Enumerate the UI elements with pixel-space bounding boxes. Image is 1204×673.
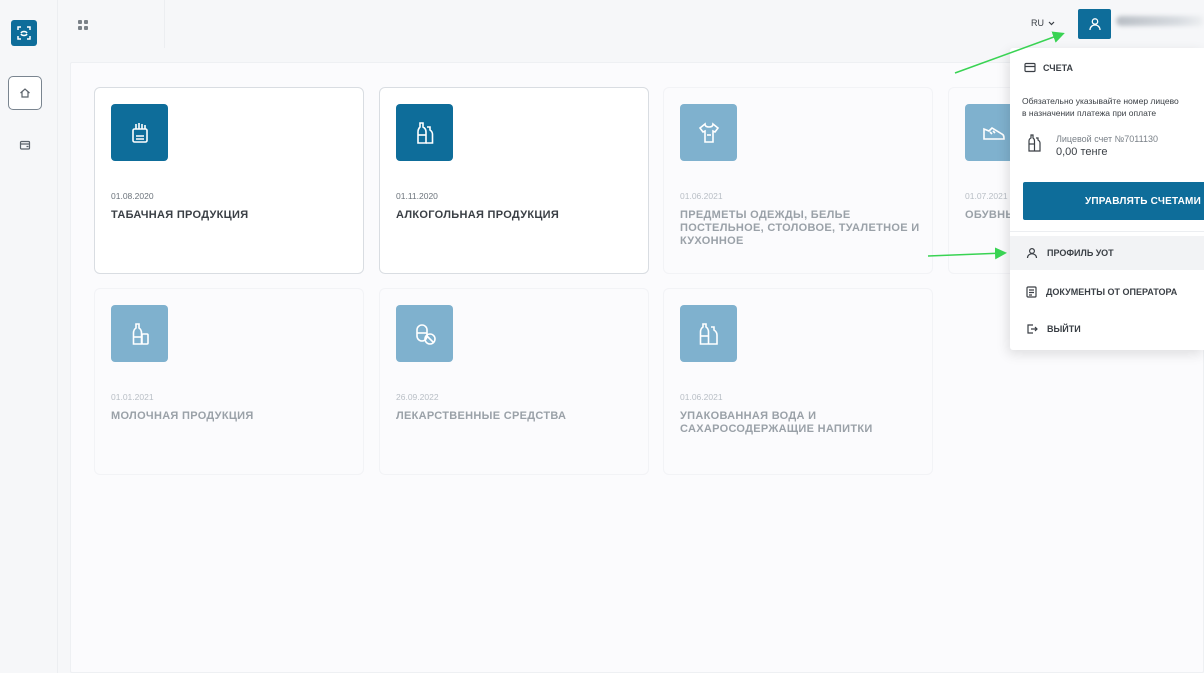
menu-item-label: ПРОФИЛЬ УОТ — [1047, 248, 1114, 258]
apps-grid-icon[interactable] — [78, 17, 88, 30]
payment-note-line: в назначении платежа при оплате — [1022, 108, 1157, 118]
card-title: ТАБАЧНАЯ ПРОДУКЦИЯ — [111, 209, 249, 221]
account-number: Лицевой счет №7011130 — [1056, 134, 1158, 144]
user-icon — [1026, 247, 1038, 259]
tobacco-icon — [111, 104, 168, 161]
manage-accounts-button[interactable]: УПРАВЛЯТЬ СЧЕТАМИ — [1023, 182, 1204, 220]
card-clothing[interactable]: 01.06.2021 ПРЕДМЕТЫ ОДЕЖДЫ, БЕЛЬЕ ПОСТЕЛ… — [663, 87, 933, 274]
menu-item-label: ДОКУМЕНТЫ ОТ ОПЕРАТОРА — [1046, 287, 1178, 297]
chevron-down-icon — [1048, 21, 1055, 25]
card-title: УПАКОВАННАЯ ВОДА И САХАРОСОДЕРЖАЩИЕ НАПИ… — [680, 410, 873, 435]
card-dairy[interactable]: 01.01.2021 МОЛОЧНАЯ ПРОДУКЦИЯ — [94, 288, 364, 475]
payment-note: Обязательно указывайте номер лицево в на… — [1022, 95, 1204, 119]
card-alcohol[interactable]: 01.11.2020 АЛКОГОЛЬНАЯ ПРОДУКЦИЯ — [379, 87, 649, 274]
menu-item-logout[interactable]: ВЫЙТИ — [1010, 312, 1204, 346]
language-label: RU — [1031, 18, 1044, 28]
water-icon — [680, 305, 737, 362]
account-balance: 0,00 тенге — [1056, 146, 1108, 158]
topbar-divider — [164, 0, 165, 48]
alcohol-icon — [1028, 134, 1041, 152]
sidebar-item-wallet[interactable] — [8, 128, 42, 162]
card-title: АЛКОГОЛЬНАЯ ПРОДУКЦИЯ — [396, 209, 560, 221]
user-icon — [1088, 18, 1101, 31]
card-date: 01.07.2021 — [965, 191, 1008, 201]
card-date: 26.09.2022 — [396, 392, 439, 402]
menu-item-documents[interactable]: ДОКУМЕНТЫ ОТ ОПЕРАТОРА — [1010, 275, 1204, 309]
card-date: 01.01.2021 — [111, 392, 154, 402]
logout-icon — [1027, 324, 1038, 334]
card-title: МОЛОЧНАЯ ПРОДУКЦИЯ — [111, 410, 254, 422]
card-medicine[interactable]: 26.09.2022 ЛЕКАРСТВЕННЫЕ СРЕДСТВА — [379, 288, 649, 475]
medicine-icon — [396, 305, 453, 362]
alcohol-icon — [396, 104, 453, 161]
card-date: 01.06.2021 — [680, 392, 723, 402]
dairy-icon — [111, 305, 168, 362]
menu-item-profile[interactable]: ПРОФИЛЬ УОТ — [1010, 236, 1204, 270]
card-date: 01.11.2020 — [396, 191, 438, 201]
menu-item-label: ВЫЙТИ — [1047, 324, 1081, 334]
home-icon — [20, 88, 30, 98]
card-water[interactable]: 01.06.2021 УПАКОВАННАЯ ВОДА И САХАРОСОДЕ… — [663, 288, 933, 475]
card-title: ЛЕКАРСТВЕННЫЕ СРЕДСТВА — [396, 410, 567, 422]
clothing-icon — [680, 104, 737, 161]
card-date: 01.08.2020 — [111, 191, 154, 201]
divider — [1010, 231, 1204, 232]
document-icon — [1026, 286, 1037, 298]
sidebar-item-home[interactable] — [8, 76, 42, 110]
left-rail — [0, 0, 58, 673]
language-selector[interactable]: RU — [1031, 18, 1055, 28]
card-title: ПРЕДМЕТЫ ОДЕЖДЫ, БЕЛЬЕ ПОСТЕЛЬНОЕ, СТОЛО… — [680, 209, 920, 247]
wallet-icon — [19, 140, 31, 150]
blurred-username — [1116, 16, 1204, 26]
card-date: 01.06.2021 — [680, 191, 723, 201]
accounts-header: СЧЕТА — [1024, 62, 1073, 73]
user-avatar-button[interactable] — [1078, 9, 1111, 39]
logo-icon[interactable] — [11, 20, 37, 46]
wallet-icon — [1024, 62, 1036, 73]
payment-note-line: Обязательно указывайте номер лицево — [1022, 96, 1179, 106]
accounts-title: СЧЕТА — [1043, 62, 1074, 73]
card-tobacco[interactable]: 01.08.2020 ТАБАЧНАЯ ПРОДУКЦИЯ — [94, 87, 364, 274]
account-entry[interactable]: Лицевой счет №7011130 0,00 тенге — [1028, 134, 1158, 158]
user-dropdown-menu: СЧЕТА Обязательно указывайте номер лицев… — [1010, 48, 1204, 350]
